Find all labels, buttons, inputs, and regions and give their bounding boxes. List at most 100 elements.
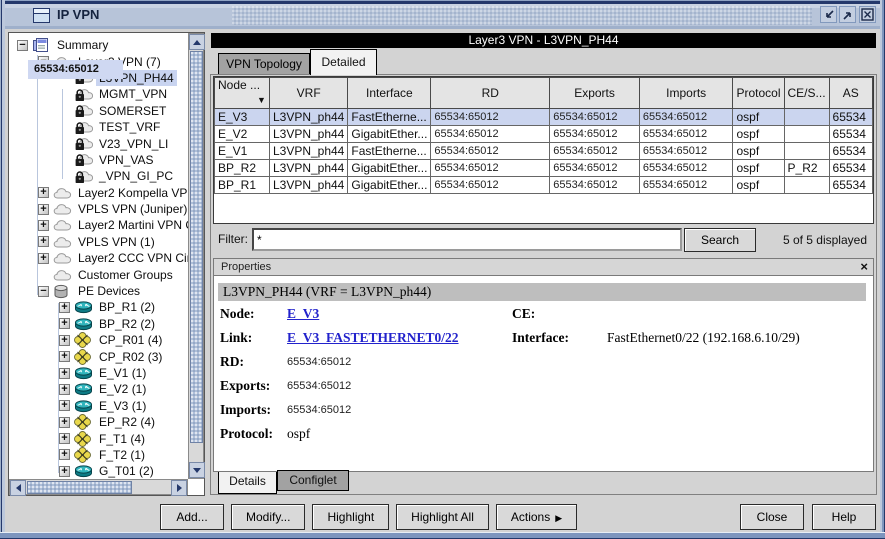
expand-icon[interactable]: + xyxy=(59,302,70,313)
expand-icon[interactable]: + xyxy=(59,417,70,428)
highlight-all-button[interactable]: Highlight All xyxy=(396,504,489,530)
tree-item-somerset[interactable]: SOMERSET xyxy=(9,103,188,119)
scroll-right-icon[interactable] xyxy=(171,480,187,496)
expand-icon[interactable]: + xyxy=(59,351,70,362)
tab-detailed[interactable]: Detailed xyxy=(310,49,377,75)
tree-item-layer2-ccc-vpn-cir[interactable]: +Layer2 CCC VPN Cir xyxy=(9,250,188,266)
tree-item-vpn-vas[interactable]: VPN_VAS xyxy=(9,152,188,168)
table-row[interactable]: E_V3L3VPN_ph44FastEtherne...65534:650126… xyxy=(215,109,873,126)
cell-vrf: L3VPN_ph44 xyxy=(269,143,347,160)
property-row: Protocol:ospf xyxy=(214,426,873,448)
tree-item-summary[interactable]: −Summary xyxy=(9,37,188,53)
tree-item-bp-r1-2-[interactable]: +BP_R1 (2) xyxy=(9,299,188,315)
table-row[interactable]: BP_R2L3VPN_ph44GigabitEther...65534:6501… xyxy=(215,160,873,177)
tree-item-f-t2-1-[interactable]: +F_T2 (1) xyxy=(9,447,188,463)
expand-icon[interactable]: + xyxy=(59,384,70,395)
tree-item-f-t1-4-[interactable]: + F_T1 (4) xyxy=(9,430,188,446)
tree-item-vpls-vpn-juniper-[interactable]: +VPLS VPN (Juniper) ( xyxy=(9,201,188,217)
maximize-icon[interactable] xyxy=(839,6,856,23)
scroll-left-icon[interactable] xyxy=(10,480,26,496)
close-icon[interactable] xyxy=(859,6,876,23)
close-button[interactable]: Close xyxy=(740,504,804,530)
cell-exports: 65534:65012 xyxy=(550,177,640,194)
column-header-rd[interactable]: RD xyxy=(431,78,550,109)
tree-item-customer-groups[interactable]: Customer Groups xyxy=(9,266,188,282)
column-header-ce-s-[interactable]: CE/S... xyxy=(784,78,829,109)
expand-icon[interactable]: + xyxy=(38,187,49,198)
tree-item-cp-r02-3-[interactable]: +CP_R02 (3) xyxy=(9,348,188,364)
tab-vpn-topology[interactable]: VPN Topology xyxy=(218,53,310,74)
help-button[interactable]: Help xyxy=(812,504,876,530)
filter-input[interactable] xyxy=(252,228,682,251)
property-link[interactable]: E_V3_FASTETHERNET0/22 xyxy=(287,330,459,346)
vscroll-thumb[interactable] xyxy=(190,51,203,443)
tab-details[interactable]: Details xyxy=(218,472,277,494)
cell-protocol: ospf xyxy=(733,126,784,143)
tree-item-g-t01-2-[interactable]: +G_T01 (2) xyxy=(9,463,188,479)
tree-item-test-vrf[interactable]: TEST_VRF xyxy=(9,119,188,135)
tree-item-e-v3-1-[interactable]: +E_V3 (1) xyxy=(9,398,188,414)
tree-item-bp-r2-2-[interactable]: +BP_R2 (2) xyxy=(9,316,188,332)
tree-item-e-v1-1-[interactable]: +E_V1 (1) xyxy=(9,365,188,381)
titlebar-texture xyxy=(232,6,812,25)
juniper-icon xyxy=(74,349,93,365)
juniper-icon xyxy=(74,414,93,430)
collapse-icon[interactable]: − xyxy=(17,40,28,51)
modify--button[interactable]: Modify... xyxy=(231,504,305,530)
expand-icon[interactable]: + xyxy=(59,400,70,411)
tree-item-cp-r01-4-[interactable]: +CP_R01 (4) xyxy=(9,332,188,348)
tree-item-label: F_T1 (4) xyxy=(96,431,148,447)
highlight-button[interactable]: Highlight xyxy=(312,504,389,530)
tree-item-pe-devices[interactable]: −PE Devices xyxy=(9,283,188,299)
expand-icon[interactable]: + xyxy=(38,220,49,231)
scroll-down-icon[interactable] xyxy=(189,462,205,478)
collapse-icon[interactable]: − xyxy=(38,286,49,297)
rd-tooltip: 65534:65012 xyxy=(28,60,123,79)
actions-button[interactable]: Actions▶ xyxy=(496,504,577,530)
tree-item-layer2-martini-vpn-c[interactable]: +Layer2 Martini VPN C xyxy=(9,217,188,233)
tree-item-vpls-vpn-1-[interactable]: +VPLS VPN (1) xyxy=(9,234,188,250)
tree-item-layer2-kompella-vpn[interactable]: +Layer2 Kompella VPN xyxy=(9,185,188,201)
tree-vscrollbar[interactable] xyxy=(188,33,204,479)
hscroll-thumb[interactable] xyxy=(27,481,132,494)
column-header-vrf[interactable]: VRF xyxy=(269,78,347,109)
property-row: Node:E_V3CE: xyxy=(214,306,873,328)
expand-icon[interactable]: + xyxy=(38,236,49,247)
expand-icon[interactable]: + xyxy=(59,466,70,477)
search-button[interactable]: Search xyxy=(684,228,756,252)
properties-close-icon[interactable]: × xyxy=(860,259,868,274)
cell-vrf: L3VPN_ph44 xyxy=(269,177,347,194)
table-row[interactable]: E_V1L3VPN_ph44FastEtherne...65534:650126… xyxy=(215,143,873,160)
cell-interface: GigabitEther... xyxy=(348,160,431,177)
column-header-interface[interactable]: Interface xyxy=(348,78,431,109)
expand-icon[interactable]: + xyxy=(38,204,49,215)
table-row[interactable]: BP_R1L3VPN_ph44GigabitEther...65534:6501… xyxy=(215,177,873,194)
expand-icon[interactable]: + xyxy=(59,335,70,346)
scroll-up-icon[interactable] xyxy=(189,34,205,50)
expand-icon[interactable]: + xyxy=(59,368,70,379)
tab-configlet[interactable]: Configlet xyxy=(277,470,349,491)
expand-icon[interactable]: + xyxy=(38,253,49,264)
column-header-imports[interactable]: Imports xyxy=(639,78,733,109)
column-header-as[interactable]: AS xyxy=(829,78,872,109)
tree-item-v23-vpn-li[interactable]: V23_VPN_LI xyxy=(9,135,188,151)
table-row[interactable]: E_V2L3VPN_ph44GigabitEther...65534:65012… xyxy=(215,126,873,143)
add--button[interactable]: Add... xyxy=(160,504,224,530)
minimize-icon[interactable] xyxy=(820,6,837,23)
cell-as: 65534 xyxy=(829,109,872,126)
cell-vrf: L3VPN_ph44 xyxy=(269,160,347,177)
tree-item-ep-r2-4-[interactable]: +EP_R2 (4) xyxy=(9,414,188,430)
expand-icon[interactable]: + xyxy=(59,449,70,460)
column-header-protocol[interactable]: Protocol xyxy=(733,78,784,109)
expand-icon[interactable]: + xyxy=(59,318,70,329)
tree-item-e-v2-1-[interactable]: +E_V2 (1) xyxy=(9,381,188,397)
tree-hscrollbar[interactable] xyxy=(9,479,188,495)
sort-dropdown-icon[interactable]: ▼ xyxy=(257,92,266,108)
expand-icon[interactable]: + xyxy=(59,433,70,444)
property-row: Link:E_V3_FASTETHERNET0/22Interface:Fast… xyxy=(214,330,873,352)
column-header-exports[interactable]: Exports xyxy=(550,78,640,109)
property-link[interactable]: E_V3 xyxy=(287,306,319,322)
tree-item--vpn-gi-pc[interactable]: _VPN_GI_PC xyxy=(9,168,188,184)
tree-item-mgmt-vpn[interactable]: MGMT_VPN xyxy=(9,86,188,102)
column-header-node-[interactable]: Node ...▼ xyxy=(215,78,270,109)
